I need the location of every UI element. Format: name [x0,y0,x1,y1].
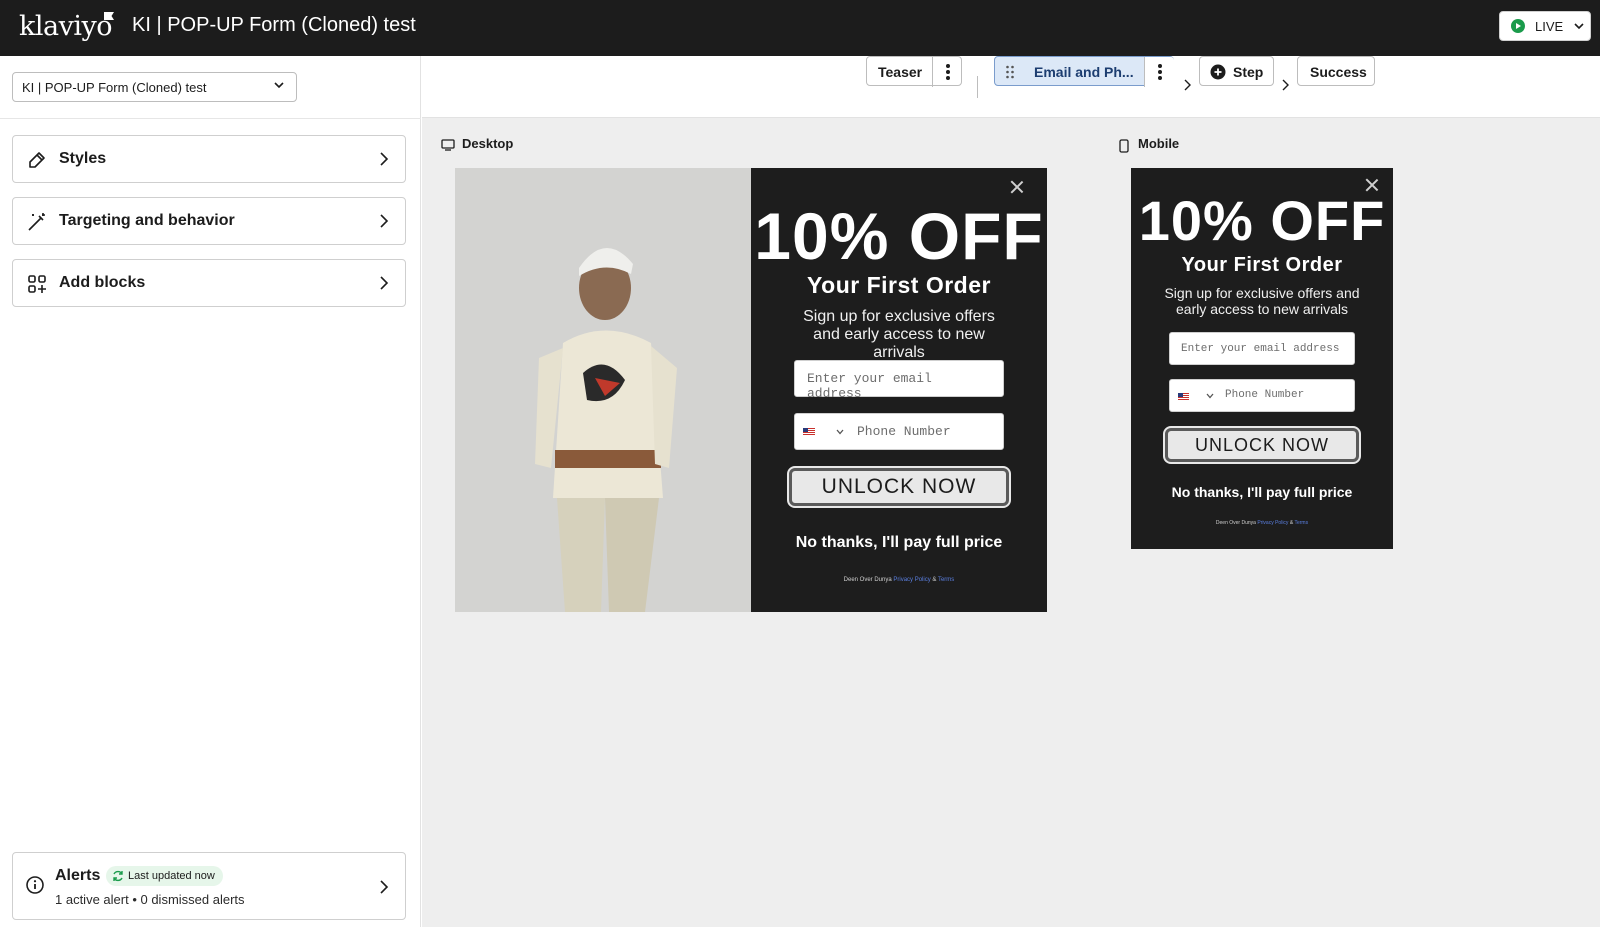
chevron-right-icon [380,152,389,166]
legal-text: Deen Over Dunya Privacy Policy & Terms [1131,520,1393,526]
info-icon [26,876,44,894]
live-status-button[interactable]: LIVE [1499,11,1591,41]
mobile-popup-preview[interactable]: 10% OFF Your First Order Sign up for exc… [1131,168,1393,549]
live-status-label: LIVE [1535,19,1564,34]
email-phone-more-menu[interactable] [1144,57,1174,87]
phone-field[interactable]: Phone Number [1169,379,1355,412]
success-step[interactable]: Success [1297,56,1375,86]
legal-amp: & [932,577,937,583]
form-select-value: KI | POP-UP Form (Cloned) test [22,80,207,95]
klaviyo-flag-icon [104,12,114,20]
refresh-icon [113,870,123,882]
chevron-right-icon [1184,79,1191,91]
targeting-accordion[interactable]: Targeting and behavior [12,197,406,245]
chevron-down-icon[interactable] [1206,393,1214,399]
unlock-now-button[interactable]: UNLOCK NOW [1165,428,1359,462]
form-select[interactable]: KI | POP-UP Form (Cloned) test [12,72,297,102]
legal-text: Deen Over Dunya Privacy Policy & Terms [751,577,1047,583]
desktop-preview-label: Desktop [462,136,514,151]
alerts-panel[interactable]: Alerts Last updated now 1 active alert •… [12,852,406,920]
styles-label: Styles [59,150,107,167]
email-field[interactable]: Enter your email address [1169,332,1355,365]
offer-subtitle: Your First Order [1181,254,1343,276]
email-phone-label: Email and Ph... [1034,64,1134,80]
terms-link[interactable]: Terms [1294,520,1308,526]
chevron-right-icon [380,880,389,894]
privacy-policy-link[interactable]: Privacy Policy [893,577,930,583]
styles-accordion[interactable]: Styles [12,135,406,183]
decline-link[interactable]: No thanks, I'll pay full price [1131,484,1393,500]
last-updated-text: Last updated now [128,870,215,882]
us-flag-icon [1178,393,1189,400]
model-photo [455,168,751,612]
play-icon [1511,19,1525,33]
page-title: KI | POP-UP Form (Cloned) test [132,14,416,36]
phone-field[interactable]: Phone Number [794,413,1004,450]
desktop-icon [441,139,455,151]
legal-amp: & [1289,520,1294,526]
chevron-down-icon [1573,17,1585,38]
chevron-right-icon [380,214,389,228]
desktop-popup-preview[interactable]: 10% OFF Your First Order Sign up for exc… [455,168,1047,612]
divider [977,76,978,98]
offer-description: Sign up for exclusive offers and early a… [803,308,995,361]
targeting-label: Targeting and behavior [59,212,235,229]
offer-title: 10% OFF [754,199,1044,273]
phone-placeholder: Phone Number [857,424,951,439]
success-label: Success [1310,64,1367,80]
sidebar: KI | POP-UP Form (Cloned) test Styles Ta… [0,56,421,927]
terms-link[interactable]: Terms [938,577,954,583]
unlock-now-button[interactable]: UNLOCK NOW [789,468,1009,506]
mobile-icon [1119,139,1129,153]
brush-icon [29,152,45,168]
klaviyo-logo[interactable]: klaviyo [19,11,113,42]
chevron-right-icon [1282,79,1289,91]
add-blocks-icon [28,275,46,293]
top-bar: klaviyo KI | POP-UP Form (Cloned) test L… [0,0,1600,56]
offer-title: 10% OFF [1138,189,1386,252]
mobile-preview-label: Mobile [1138,136,1180,151]
add-step-label: Step [1233,64,1264,80]
alerts-title: Alerts [55,867,101,884]
teaser-more-menu[interactable] [932,57,962,87]
last-updated-badge: Last updated now [106,866,223,886]
editor-canvas: Teaser Email and Ph... Step Success Desk… [422,56,1600,927]
offer-description: Sign up for exclusive offers and early a… [1164,285,1360,317]
teaser-label: Teaser [878,64,923,80]
email-field[interactable]: Enter your email address [794,360,1004,401]
add-blocks-label: Add blocks [59,274,146,291]
add-step-button[interactable]: Step [1199,56,1274,86]
desktop-form-column: 10% OFF Your First Order Sign up for exc… [751,168,1047,612]
teaser-step[interactable]: Teaser [866,56,962,87]
chevron-down-icon[interactable] [836,429,844,435]
add-blocks-accordion[interactable]: Add blocks [12,259,406,307]
decline-link[interactable]: No thanks, I'll pay full price [751,534,1047,552]
us-flag-icon [803,428,815,436]
wand-icon [28,213,45,231]
chevron-right-icon [380,276,389,290]
phone-placeholder: Phone Number [1225,389,1305,401]
legal-brand: Deen Over Dunya [1215,520,1256,526]
legal-brand: Deen Over Dunya [843,577,892,583]
privacy-policy-link[interactable]: Privacy Policy [1257,520,1288,526]
chevron-down-icon [274,82,284,89]
step-bar: Teaser Email and Ph... Step Success [422,56,1600,118]
alerts-summary: 1 active alert • 0 dismissed alerts [55,892,245,907]
drag-handle-icon[interactable] [1005,64,1015,80]
plus-circle-icon [1210,64,1226,80]
offer-subtitle: Your First Order [807,272,991,298]
email-phone-step[interactable]: Email and Ph... [994,56,1174,87]
divider [0,118,421,119]
